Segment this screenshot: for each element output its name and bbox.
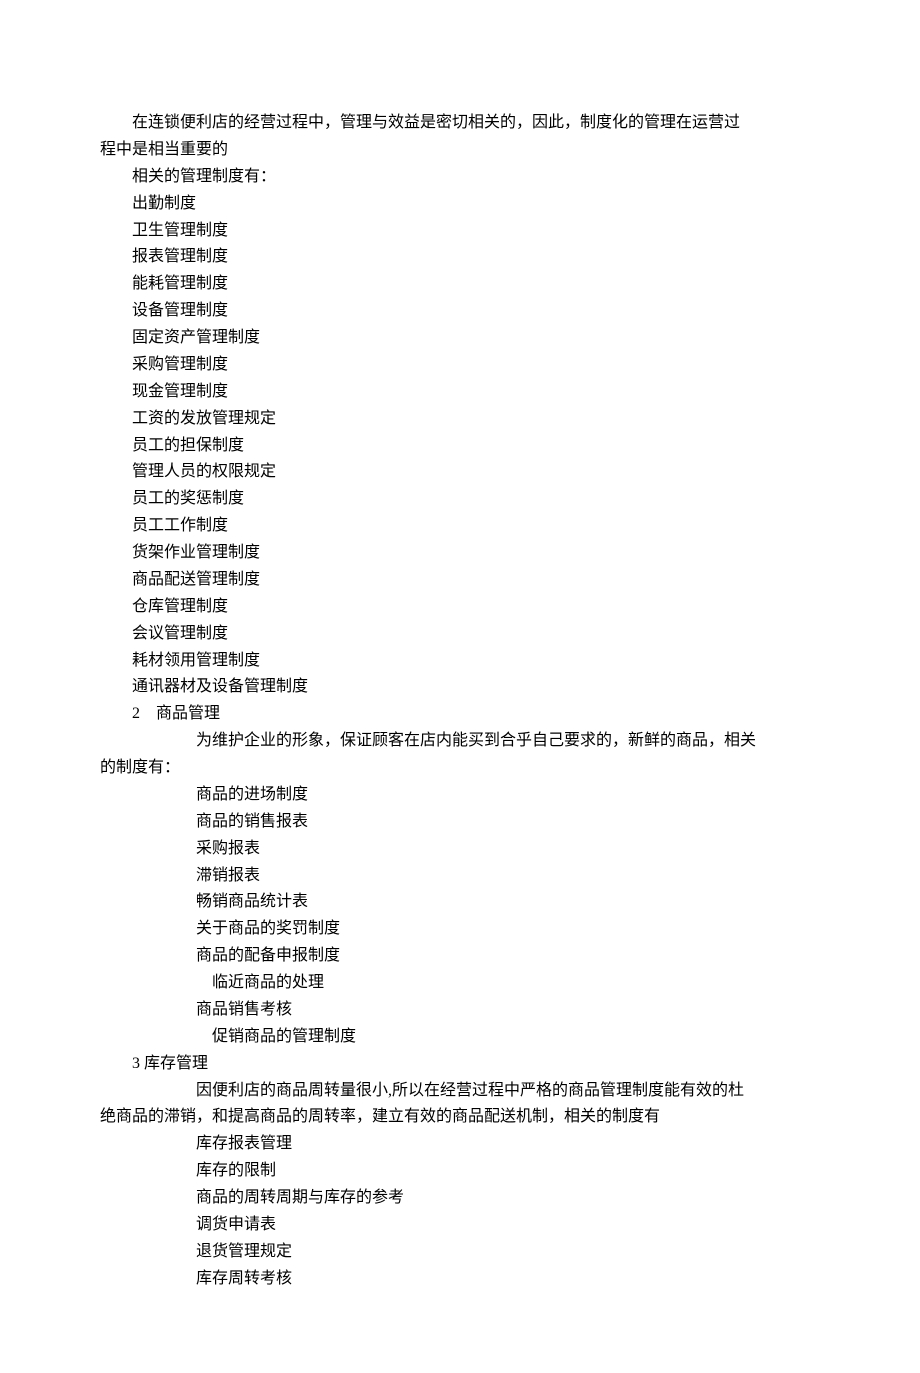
list-item: 关于商品的奖罚制度 [196,916,820,943]
list-item: 库存的限制 [196,1158,820,1185]
list-item: 卫生管理制度 [132,218,820,245]
intro-subhead: 相关的管理制度有： [132,164,820,191]
list-item: 耗材领用管理制度 [132,648,820,675]
list-item: 调货申请表 [196,1212,820,1239]
list-item: 会议管理制度 [132,621,820,648]
list-item: 员工的奖惩制度 [132,486,820,513]
list-item: 商品的销售报表 [196,809,820,836]
section2-intro-line2: 的制度有： [100,755,820,782]
section2-intro-line1: 为维护企业的形象，保证顾客在店内能买到合乎自己要求的，新鲜的商品，相关 [196,728,820,755]
list-item: 固定资产管理制度 [132,325,820,352]
list-item: 现金管理制度 [132,379,820,406]
section3-heading: 3 库存管理 [132,1051,820,1078]
list-item: 设备管理制度 [132,298,820,325]
intro-paragraph-line1: 在连锁便利店的经营过程中，管理与效益是密切相关的，因此，制度化的管理在运营过 [100,110,820,137]
intro-paragraph-line2: 程中是相当重要的 [100,137,820,164]
list-item: 商品的周转周期与库存的参考 [196,1185,820,1212]
list-item: 出勤制度 [132,191,820,218]
list-item: 采购报表 [196,836,820,863]
section3-intro-line2: 绝商品的滞销，和提高商品的周转率，建立有效的商品配送机制，相关的制度有 [100,1104,820,1131]
list-item: 商品的配备申报制度 [196,943,820,970]
list-item: 商品销售考核 [196,997,820,1024]
list-item: 管理人员的权限规定 [132,459,820,486]
list-item: 退货管理规定 [196,1239,820,1266]
list-item: 商品配送管理制度 [132,567,820,594]
list-item: 促销商品的管理制度 [212,1024,820,1051]
list-item: 能耗管理制度 [132,271,820,298]
list-item: 工资的发放管理规定 [132,406,820,433]
list-item: 仓库管理制度 [132,594,820,621]
list-item: 库存报表管理 [196,1131,820,1158]
section3-intro-line1: 因便利店的商品周转量很小,所以在经营过程中严格的商品管理制度能有效的杜 [196,1078,820,1105]
list-item: 采购管理制度 [132,352,820,379]
list-item: 商品的进场制度 [196,782,820,809]
list-item: 员工工作制度 [132,513,820,540]
section2-heading: 2 商品管理 [132,701,820,728]
list-item: 畅销商品统计表 [196,889,820,916]
list-item: 通讯器材及设备管理制度 [132,674,820,701]
list-item: 员工的担保制度 [132,433,820,460]
list-item: 临近商品的处理 [212,970,820,997]
list-item: 滞销报表 [196,863,820,890]
list-item: 货架作业管理制度 [132,540,820,567]
list-item: 报表管理制度 [132,244,820,271]
list-item: 库存周转考核 [196,1266,820,1293]
